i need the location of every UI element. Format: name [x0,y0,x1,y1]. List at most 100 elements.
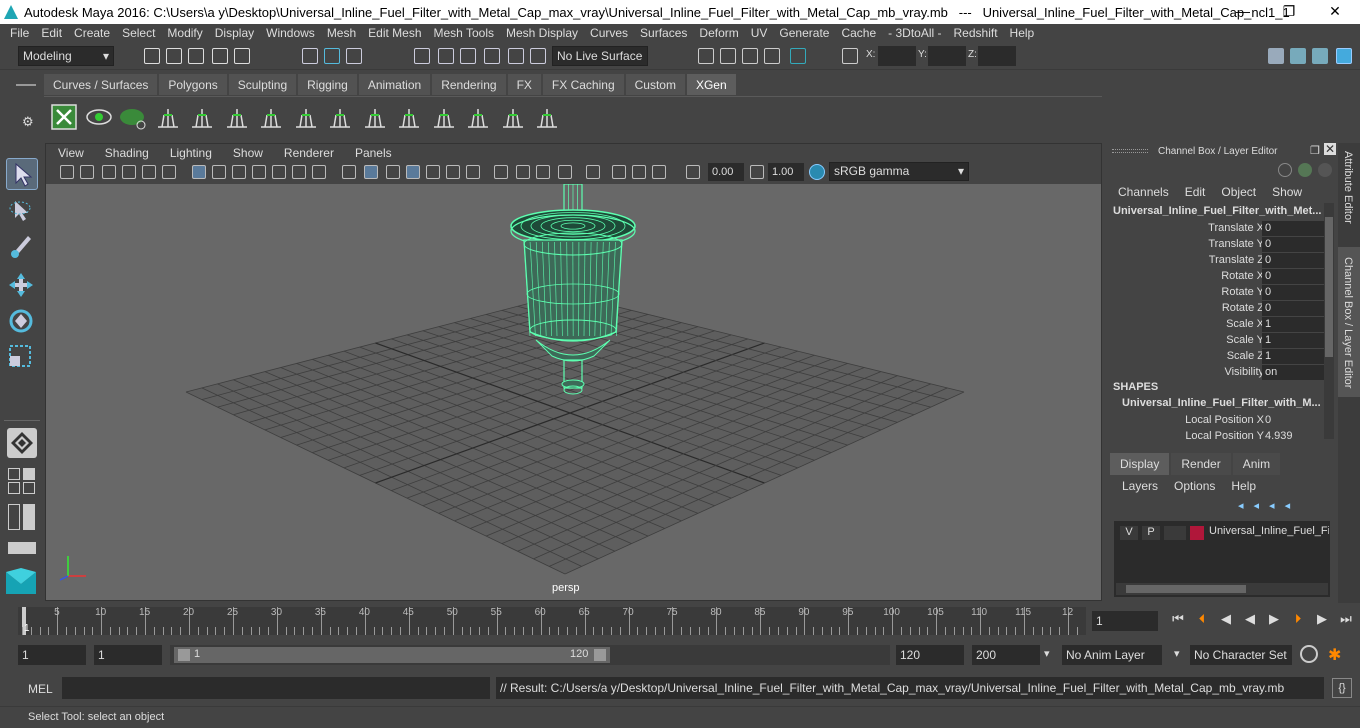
menu-mesh-tools[interactable]: Mesh Tools [428,26,500,40]
chevron-down-icon[interactable]: ▾ [1174,647,1180,660]
maximize-button[interactable]: ❐ [1266,0,1312,24]
layer-create-icons[interactable]: ◂◂◂◂ [1238,499,1332,513]
attribute-row-translate-z[interactable]: Translate Z0 [1108,253,1326,269]
ambient-occlusion-icon[interactable] [466,165,480,179]
perspective-viewport[interactable]: View Shading Lighting Show Renderer Panels 0.… [45,143,1102,601]
layer-list-scrollbar[interactable] [1116,583,1328,595]
xgen-editor-icon[interactable] [50,103,78,131]
ipr-render-icon[interactable] [742,48,758,64]
layer-row[interactable]: V P Universal_Inline_Fuel_Fil [1116,525,1329,541]
playback-start-field[interactable]: 1 [94,645,162,665]
attribute-row-scale-z[interactable]: Scale Z1 [1108,349,1326,365]
object-name[interactable]: Universal_Inline_Fuel_Filter_with_Met... [1113,205,1321,217]
menu-mesh-display[interactable]: Mesh Display [500,26,584,40]
scene-canvas[interactable] [46,184,1102,601]
attribute-value[interactable]: 0 [1262,237,1324,252]
chevron-down-icon[interactable]: ▾ [1044,647,1050,660]
backface-icon[interactable] [632,165,646,179]
grease-pencil-icon[interactable] [162,165,176,179]
attribute-editor-tab[interactable]: Attribute Editor [1342,151,1354,224]
shelf-menu-icon[interactable] [16,84,36,86]
wireframe-icon[interactable] [342,165,356,179]
menu-3dtoall[interactable]: - 3DtoAll - [882,26,947,40]
two-view-layout-icon[interactable] [8,482,20,494]
guide-length-icon[interactable] [257,103,285,131]
drag-handle[interactable] [1112,149,1148,153]
attribute-value[interactable]: 0 [1262,285,1324,300]
command-input[interactable] [62,677,490,699]
menu-edit-mesh[interactable]: Edit Mesh [362,26,427,40]
resolution-gate-icon[interactable] [232,165,246,179]
transform-gizmo-icon[interactable] [1278,163,1292,177]
layer-visibility-toggle[interactable]: V [1120,526,1138,540]
go-to-end-icon[interactable]: ⏭ [1336,611,1356,627]
attribute-row-translate-x[interactable]: Translate X0 [1108,221,1326,237]
sculpt-guides-icon[interactable] [223,103,251,131]
viewport-menu-shading[interactable]: Shading [93,144,158,162]
lock-camera-icon[interactable] [80,165,94,179]
bookmark-icon[interactable] [102,165,116,179]
layout-toggle-icon[interactable] [8,542,36,554]
gamma-field[interactable]: 1.00 [768,163,804,181]
xray-active-icon[interactable] [612,165,626,179]
menu-deform[interactable]: Deform [693,26,744,40]
layer-color-swatch[interactable] [1190,526,1204,540]
script-editor-icon[interactable]: {} [1332,678,1352,698]
clean-guides-icon[interactable] [499,103,527,131]
current-frame-field[interactable]: 1 [1092,611,1158,631]
select-tool-icon[interactable] [6,158,38,190]
workspace-icon[interactable] [1268,48,1284,64]
render-view-icon[interactable] [698,48,714,64]
snap-surface-icon[interactable] [508,48,524,64]
shadows-icon[interactable] [446,165,460,179]
select-hierarchy-icon[interactable] [302,48,318,64]
step-forward-key-icon[interactable]: ⏵ [1288,611,1308,627]
snap-view-icon[interactable] [484,48,500,64]
attribute-row-rotate-x[interactable]: Rotate X0 [1108,269,1326,285]
select-component-icon[interactable] [346,48,362,64]
preferences-icon[interactable]: ✱ [1328,645,1348,664]
layer-playback-toggle[interactable]: P [1142,526,1160,540]
playback-end-field[interactable]: 120 [896,645,964,665]
shape-attribute-row[interactable]: Local Position X0 [1108,413,1326,429]
attribute-row-scale-x[interactable]: Scale X1 [1108,317,1326,333]
create-description-icon[interactable] [119,103,147,131]
hypershade-icon[interactable] [790,48,806,64]
play-forward-icon[interactable]: ▶ [1264,611,1284,627]
menu-curves[interactable]: Curves [584,26,634,40]
render-settings-icon[interactable] [764,48,780,64]
convert-guides-icon[interactable] [395,103,423,131]
outliner-layout-icon[interactable] [8,504,20,530]
toggle-guides-icon[interactable] [430,103,458,131]
viewport-menu-renderer[interactable]: Renderer [272,144,343,162]
channel-box-toggle-icon[interactable] [1336,48,1352,64]
2d-pan-icon[interactable] [142,165,156,179]
attribute-value[interactable]: 1 [1262,333,1324,348]
attribute-value[interactable]: on [1262,365,1324,380]
anim-layer-dropdown[interactable]: No Anim Layer [1062,645,1162,665]
snap-point-icon[interactable] [460,48,476,64]
layer-display-type[interactable] [1164,526,1186,540]
make-live-icon[interactable] [530,48,546,64]
input-output-icon[interactable] [842,48,858,64]
channel-menu-channels[interactable]: Channels [1118,185,1169,199]
float-panel-icon[interactable]: ❐ [1310,144,1320,157]
graph-layout-icon[interactable] [23,504,35,530]
script-language-label[interactable]: MEL [28,682,53,696]
render-frame-icon[interactable] [720,48,736,64]
image-plane-icon[interactable] [122,165,136,179]
persp-outliner-layout-icon[interactable] [23,468,35,480]
field-chart-icon[interactable] [272,165,286,179]
layer-tab-display[interactable]: Display [1110,453,1170,475]
attribute-value[interactable]: 0 [1262,221,1324,236]
menu-select[interactable]: Select [116,26,161,40]
mode-selector[interactable]: Modeling ▾ [18,46,114,66]
character-set-dropdown[interactable]: No Character Set [1190,645,1292,665]
rotate-tool-icon[interactable] [6,306,38,338]
layer-tab-anim[interactable]: Anim [1232,453,1281,475]
shelf-tab-custom[interactable]: Custom [625,74,685,95]
channel-menu-show[interactable]: Show [1272,185,1302,199]
shelf-tab-fx[interactable]: FX [507,74,541,95]
render-icon[interactable] [1318,163,1332,177]
default-material-icon[interactable] [386,165,400,179]
